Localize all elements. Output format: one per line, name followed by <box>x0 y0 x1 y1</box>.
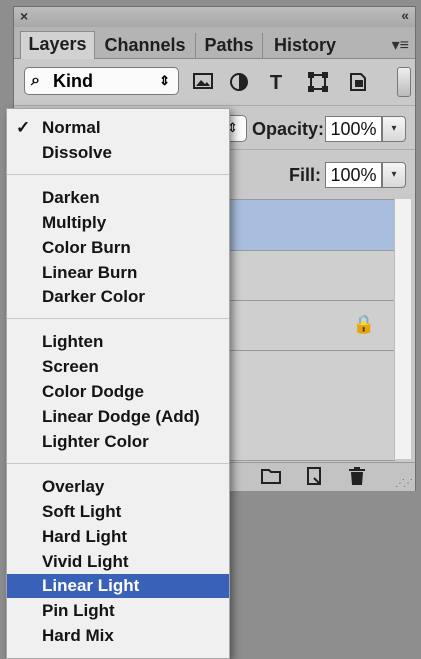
new-layer-icon[interactable] <box>304 466 324 491</box>
blend-mode-item[interactable]: Vivid Light <box>7 550 229 574</box>
lock-icon: 🔒 <box>352 314 375 334</box>
blend-mode-item[interactable]: Normal ✓ <box>7 116 229 140</box>
opacity-input[interactable]: 100% <box>325 116 382 142</box>
blend-mode-item[interactable]: Screen <box>7 355 229 379</box>
blend-mode-item[interactable]: Lighter Color <box>7 430 229 454</box>
menu-separator <box>7 173 229 175</box>
kind-label: Kind <box>53 71 93 91</box>
blend-mode-menu: Normal ✓ Dissolve Darken Multiply Color Burn L… <box>6 108 230 659</box>
blend-mode-item[interactable]: Linear Dodge (Add) <box>7 405 229 429</box>
filter-toggle[interactable] <box>397 67 411 97</box>
tab-paths[interactable]: Paths <box>196 33 263 58</box>
filter-row: ⌕ Kind ⇕ T <box>14 59 415 105</box>
blend-mode-item[interactable]: Color Burn <box>7 236 229 260</box>
blend-mode-item[interactable]: Soft Light <box>7 500 229 524</box>
checkmark-icon: ✓ <box>16 118 31 137</box>
opacity-label: Opacity: <box>252 119 325 139</box>
panel-titlebar: × « <box>14 7 415 28</box>
select-arrows-icon: ⇕ <box>159 73 170 88</box>
tab-history[interactable]: History <box>263 33 347 58</box>
blend-mode-item[interactable]: Multiply <box>7 211 229 235</box>
blend-mode-item[interactable]: Overlay <box>7 475 229 499</box>
blend-mode-item[interactable]: Hard Mix <box>7 624 229 648</box>
blend-mode-item[interactable]: Pin Light <box>7 599 229 623</box>
fill-dropdown-button[interactable]: ▾ <box>382 162 406 188</box>
type-filter-icon[interactable]: T <box>263 71 289 95</box>
blend-mode-item[interactable]: Hard Light <box>7 525 229 549</box>
blend-mode-item[interactable]: Linear Burn <box>7 261 229 285</box>
delete-layer-icon[interactable] <box>347 466 367 491</box>
menu-separator <box>7 462 229 464</box>
shape-filter-icon[interactable] <box>305 71 331 95</box>
blend-mode-item[interactable]: Color Dodge <box>7 380 229 404</box>
kind-filter-select[interactable]: ⌕ Kind ⇕ <box>24 67 179 95</box>
close-icon[interactable]: × <box>20 8 28 24</box>
new-group-icon[interactable] <box>260 466 282 491</box>
resize-grip-icon[interactable]: ⋰⋰ <box>395 478 413 489</box>
panel-menu-icon[interactable]: ▾≡ <box>392 35 409 55</box>
blend-mode-item[interactable]: Darker Color <box>7 285 229 309</box>
tab-channels[interactable]: Channels <box>95 33 196 58</box>
menu-separator <box>7 318 229 320</box>
image-filter-icon[interactable] <box>190 71 216 95</box>
adjustment-filter-icon[interactable] <box>226 71 252 95</box>
fill-label: Fill: <box>289 165 321 185</box>
blend-mode-item[interactable]: Darken <box>7 186 229 210</box>
smart-object-filter-icon[interactable] <box>345 71 371 95</box>
layer-list-scrollbar[interactable] <box>394 199 411 459</box>
blend-mode-item[interactable]: Lighten <box>7 330 229 354</box>
tab-layers[interactable]: Layers <box>20 31 95 59</box>
fill-input[interactable]: 100% <box>325 162 382 188</box>
opacity-dropdown-button[interactable]: ▾ <box>382 116 406 142</box>
collapse-icon[interactable]: « <box>401 7 409 23</box>
search-icon: ⌕ <box>31 72 40 89</box>
blend-mode-item[interactable]: Linear Light <box>7 574 229 599</box>
blend-mode-item[interactable]: Dissolve <box>7 141 229 165</box>
panel-tabs: Layers Channels Paths History ▾≡ <box>14 27 415 59</box>
